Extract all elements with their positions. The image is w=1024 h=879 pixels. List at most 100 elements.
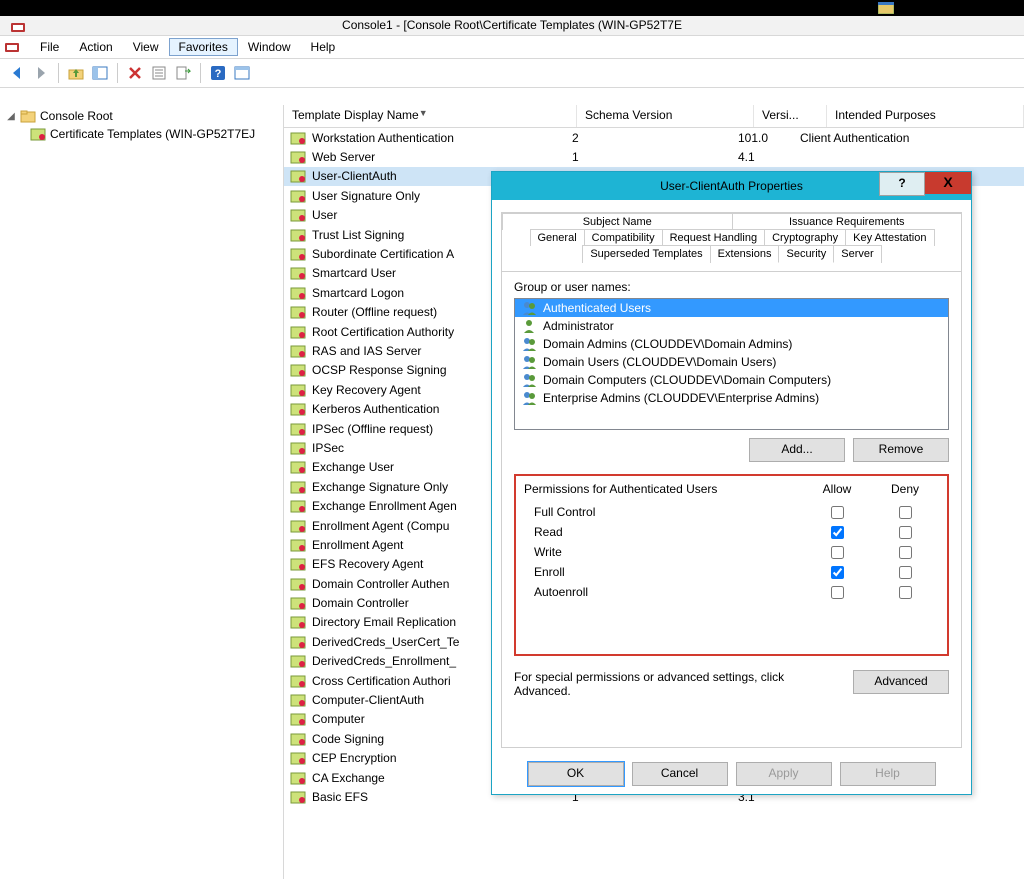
template-name: Computer-ClientAuth — [312, 693, 424, 707]
tab-extensions[interactable]: Extensions — [710, 245, 780, 263]
template-name: User — [312, 208, 337, 222]
tab-issuance-requirements[interactable]: Issuance Requirements — [732, 213, 963, 230]
help-icon[interactable]: ? — [209, 64, 227, 82]
tab-subject-name[interactable]: Subject Name — [502, 213, 733, 230]
folder-icon — [20, 108, 36, 124]
tree-pane[interactable]: ◢ Console Root Certificate Templates (WI… — [0, 105, 284, 879]
allow-header: Allow — [803, 482, 871, 496]
up-folder-icon[interactable] — [67, 64, 85, 82]
tree-child[interactable]: Certificate Templates (WIN-GP52T7EJ — [0, 125, 283, 143]
collapse-icon[interactable]: ◢ — [6, 111, 16, 122]
deny-checkbox[interactable] — [899, 566, 912, 579]
apply-button[interactable]: Apply — [736, 762, 832, 786]
show-hide-tree-icon[interactable] — [91, 64, 109, 82]
menu-help[interactable]: Help — [301, 38, 346, 56]
allow-checkbox[interactable] — [831, 526, 844, 539]
group-listbox[interactable]: Authenticated UsersAdministratorDomain A… — [514, 298, 949, 430]
tab-security[interactable]: Security — [778, 245, 834, 263]
template-name: Subordinate Certification A — [312, 247, 454, 261]
col-schema-version[interactable]: Schema Version — [577, 105, 754, 127]
forward-icon[interactable] — [32, 64, 50, 82]
permission-name: Full Control — [524, 505, 803, 519]
deny-checkbox[interactable] — [899, 586, 912, 599]
menu-view[interactable]: View — [123, 38, 169, 56]
dialog-help-button[interactable]: ? — [879, 172, 925, 196]
tree-child-label: Certificate Templates (WIN-GP52T7EJ — [50, 127, 255, 141]
menu-file[interactable]: File — [30, 38, 69, 56]
template-icon — [290, 750, 306, 766]
template-name: Exchange Signature Only — [312, 480, 448, 494]
template-name: Smartcard User — [312, 266, 396, 280]
template-icon — [290, 770, 306, 786]
menu-window[interactable]: Window — [238, 38, 301, 56]
template-icon — [290, 576, 306, 592]
group-item[interactable]: Domain Computers (CLOUDDEV\Domain Comput… — [515, 371, 948, 389]
template-icon — [290, 168, 306, 184]
tab-key-attestation[interactable]: Key Attestation — [845, 229, 934, 246]
group-item[interactable]: Enterprise Admins (CLOUDDEV\Enterprise A… — [515, 389, 948, 407]
help-button[interactable]: Help — [840, 762, 936, 786]
allow-checkbox[interactable] — [831, 566, 844, 579]
template-name: CEP Encryption — [312, 751, 397, 765]
col-version[interactable]: Versi... — [754, 105, 827, 127]
template-name: IPSec (Offline request) — [312, 422, 433, 436]
col-template-name[interactable]: Template Display Name▼ — [284, 105, 577, 127]
template-icon — [290, 789, 306, 805]
view-mode-icon[interactable] — [233, 64, 251, 82]
add-button[interactable]: Add... — [749, 438, 845, 462]
list-header[interactable]: Template Display Name▼ Schema Version Ve… — [284, 105, 1024, 128]
properties-dialog: User-ClientAuth Properties ? X Subject N… — [491, 171, 972, 795]
table-row[interactable]: Workstation Authentication2101.0Client A… — [284, 128, 1024, 147]
tabs-row-2: GeneralCompatibilityRequest HandlingCryp… — [502, 229, 961, 245]
template-name: User-ClientAuth — [312, 169, 397, 183]
group-item[interactable]: Authenticated Users — [515, 299, 948, 317]
deny-checkbox[interactable] — [899, 506, 912, 519]
group-item[interactable]: Domain Users (CLOUDDEV\Domain Users) — [515, 353, 948, 371]
deny-checkbox[interactable] — [899, 546, 912, 559]
dialog-titlebar[interactable]: User-ClientAuth Properties ? X — [492, 172, 971, 200]
remove-button[interactable]: Remove — [853, 438, 949, 462]
allow-checkbox[interactable] — [831, 506, 844, 519]
template-icon — [290, 556, 306, 572]
tree-root-label: Console Root — [40, 109, 113, 123]
tab-compatibility[interactable]: Compatibility — [584, 229, 663, 246]
external-window-icon — [878, 2, 894, 14]
tab-general[interactable]: General — [530, 229, 585, 246]
cancel-button[interactable]: Cancel — [632, 762, 728, 786]
template-icon — [290, 595, 306, 611]
ok-button[interactable]: OK — [528, 762, 624, 786]
deny-checkbox[interactable] — [899, 526, 912, 539]
dialog-close-button[interactable]: X — [925, 172, 971, 194]
tree-root[interactable]: ◢ Console Root — [0, 107, 283, 125]
menu-action[interactable]: Action — [69, 38, 122, 56]
template-name: Key Recovery Agent — [312, 383, 421, 397]
allow-checkbox[interactable] — [831, 546, 844, 559]
template-name: Workstation Authentication — [312, 131, 454, 145]
group-item[interactable]: Domain Admins (CLOUDDEV\Domain Admins) — [515, 335, 948, 353]
menu-favorites[interactable]: Favorites — [169, 38, 238, 56]
template-name: DerivedCreds_Enrollment_ — [312, 654, 456, 668]
tab-server[interactable]: Server — [833, 245, 881, 263]
allow-checkbox[interactable] — [831, 586, 844, 599]
group-name: Domain Computers (CLOUDDEV\Domain Comput… — [543, 373, 831, 387]
col-intended-purposes[interactable]: Intended Purposes — [827, 105, 1024, 127]
template-icon — [290, 479, 306, 495]
permission-name: Write — [524, 545, 803, 559]
tab-cryptography[interactable]: Cryptography — [764, 229, 846, 246]
group-item[interactable]: Administrator — [515, 317, 948, 335]
security-tab-body: Group or user names: Authenticated Users… — [502, 271, 961, 747]
top-blackbar — [0, 0, 1024, 16]
back-icon[interactable] — [8, 64, 26, 82]
template-name: OCSP Response Signing — [312, 363, 447, 377]
properties-icon[interactable] — [150, 64, 168, 82]
tab-request-handling[interactable]: Request Handling — [662, 229, 765, 246]
export-list-icon[interactable] — [174, 64, 192, 82]
template-icon — [290, 324, 306, 340]
delete-icon[interactable] — [126, 64, 144, 82]
tab-superseded-templates[interactable]: Superseded Templates — [582, 245, 710, 263]
certificate-templates-icon — [30, 126, 46, 142]
advanced-button[interactable]: Advanced — [853, 670, 949, 694]
template-icon — [290, 188, 306, 204]
template-name: Domain Controller — [312, 596, 409, 610]
table-row[interactable]: Web Server14.1 — [284, 147, 1024, 166]
